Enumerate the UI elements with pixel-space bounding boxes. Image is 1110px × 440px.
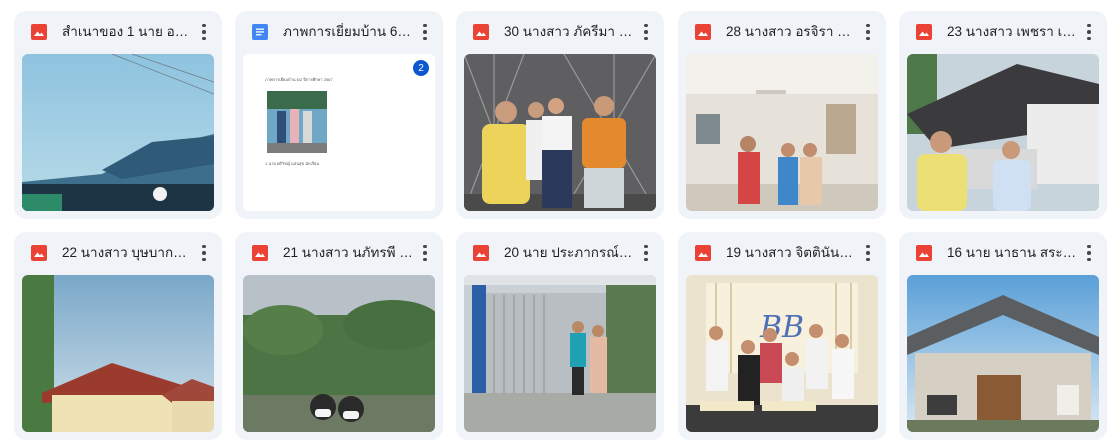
image-icon xyxy=(916,245,932,261)
file-card-header: 16 นาย นาธาน สระทอ... xyxy=(899,232,1107,274)
file-name[interactable]: 20 นาย ประภากรณ์ เ... xyxy=(504,244,634,262)
image-icon xyxy=(31,24,47,40)
file-thumbnail[interactable] xyxy=(243,275,435,432)
file-card-header: 30 นางสาว ภัครีมา แ... xyxy=(456,11,664,53)
image-icon xyxy=(252,245,268,261)
file-card-header: 21 นางสาว นภัทรพี สี... xyxy=(235,232,443,274)
image-icon xyxy=(473,245,489,261)
more-options-icon[interactable] xyxy=(1079,22,1099,42)
file-card-header: 22 นางสาว บุษบากร ... xyxy=(14,232,222,274)
file-thumbnail[interactable]: 2 ภาพการเยี่ยมบ้าน 6/2 ปีการศึกษา 2567 1… xyxy=(243,54,435,211)
image-icon xyxy=(916,24,932,40)
file-name[interactable]: 28 นางสาว อรจิรา จัน... xyxy=(726,23,856,41)
file-thumbnail[interactable] xyxy=(464,275,656,432)
file-card[interactable]: สำเนาของ 1 นาย อติวิ... xyxy=(14,11,222,219)
file-card[interactable]: 22 นางสาว บุษบากร ... xyxy=(14,232,222,440)
file-card[interactable]: 28 นางสาว อรจิรา จัน... xyxy=(678,11,886,219)
comment-count-badge: 2 xyxy=(413,60,429,76)
file-thumbnail[interactable] xyxy=(464,54,656,211)
image-icon xyxy=(31,245,47,261)
file-thumbnail[interactable] xyxy=(907,54,1099,211)
file-name[interactable]: 16 นาย นาธาน สระทอ... xyxy=(947,244,1077,262)
file-card[interactable]: 20 นาย ประภากรณ์ เ... xyxy=(456,232,664,440)
doc-preview-line: 1 นาย อติวิชญ์ แสนสุข นักเรียน xyxy=(265,161,320,166)
more-options-icon[interactable] xyxy=(636,22,656,42)
file-grid: สำเนาของ 1 นาย อติวิ... ภาพการเยี่ยมบ้าน… xyxy=(0,0,1110,440)
file-thumbnail[interactable] xyxy=(686,54,878,211)
file-thumbnail[interactable]: BB xyxy=(686,275,878,432)
file-card[interactable]: 23 นางสาว เพชรา เยา... xyxy=(899,11,1107,219)
file-card[interactable]: 30 นางสาว ภัครีมา แ... xyxy=(456,11,664,219)
file-card[interactable]: 21 นางสาว นภัทรพี สี... xyxy=(235,232,443,440)
file-card-header: 19 นางสาว จิตตินันท์ ... xyxy=(678,232,886,274)
more-options-icon[interactable] xyxy=(1079,243,1099,263)
more-options-icon[interactable] xyxy=(415,22,435,42)
docs-icon xyxy=(252,24,268,40)
file-card-header: ภาพการเยี่ยมบ้าน 6/2... xyxy=(235,11,443,53)
image-icon xyxy=(473,24,489,40)
doc-preview-line: ภาพการเยี่ยมบ้าน 6/2 ปีการศึกษา 2567 xyxy=(265,77,333,82)
image-icon xyxy=(695,24,711,40)
file-name[interactable]: ภาพการเยี่ยมบ้าน 6/2... xyxy=(283,23,413,41)
file-card-header: 28 นางสาว อรจิรา จัน... xyxy=(678,11,886,53)
more-options-icon[interactable] xyxy=(194,22,214,42)
file-card-header: 23 นางสาว เพชรา เยา... xyxy=(899,11,1107,53)
file-card[interactable]: 19 นางสาว จิตตินันท์ ... BB xyxy=(678,232,886,440)
file-thumbnail[interactable] xyxy=(22,275,214,432)
file-name[interactable]: 22 นางสาว บุษบากร ... xyxy=(62,244,192,262)
doc-preview-photo xyxy=(267,91,327,153)
file-card-header: 20 นาย ประภากรณ์ เ... xyxy=(456,232,664,274)
file-name[interactable]: 19 นางสาว จิตตินันท์ ... xyxy=(726,244,856,262)
more-options-icon[interactable] xyxy=(636,243,656,263)
file-name[interactable]: 30 นางสาว ภัครีมา แ... xyxy=(504,23,634,41)
file-thumbnail[interactable] xyxy=(907,275,1099,432)
more-options-icon[interactable] xyxy=(858,243,878,263)
file-card[interactable]: ภาพการเยี่ยมบ้าน 6/2... 2 ภาพการเยี่ยมบ้… xyxy=(235,11,443,219)
file-name[interactable]: 21 นางสาว นภัทรพี สี... xyxy=(283,244,413,262)
image-icon xyxy=(695,245,711,261)
more-options-icon[interactable] xyxy=(858,22,878,42)
file-name[interactable]: 23 นางสาว เพชรา เยา... xyxy=(947,23,1077,41)
file-thumbnail[interactable] xyxy=(22,54,214,211)
file-card-header: สำเนาของ 1 นาย อติวิ... xyxy=(14,11,222,53)
more-options-icon[interactable] xyxy=(415,243,435,263)
file-card[interactable]: 16 นาย นาธาน สระทอ... xyxy=(899,232,1107,440)
more-options-icon[interactable] xyxy=(194,243,214,263)
file-name[interactable]: สำเนาของ 1 นาย อติวิ... xyxy=(62,23,192,41)
